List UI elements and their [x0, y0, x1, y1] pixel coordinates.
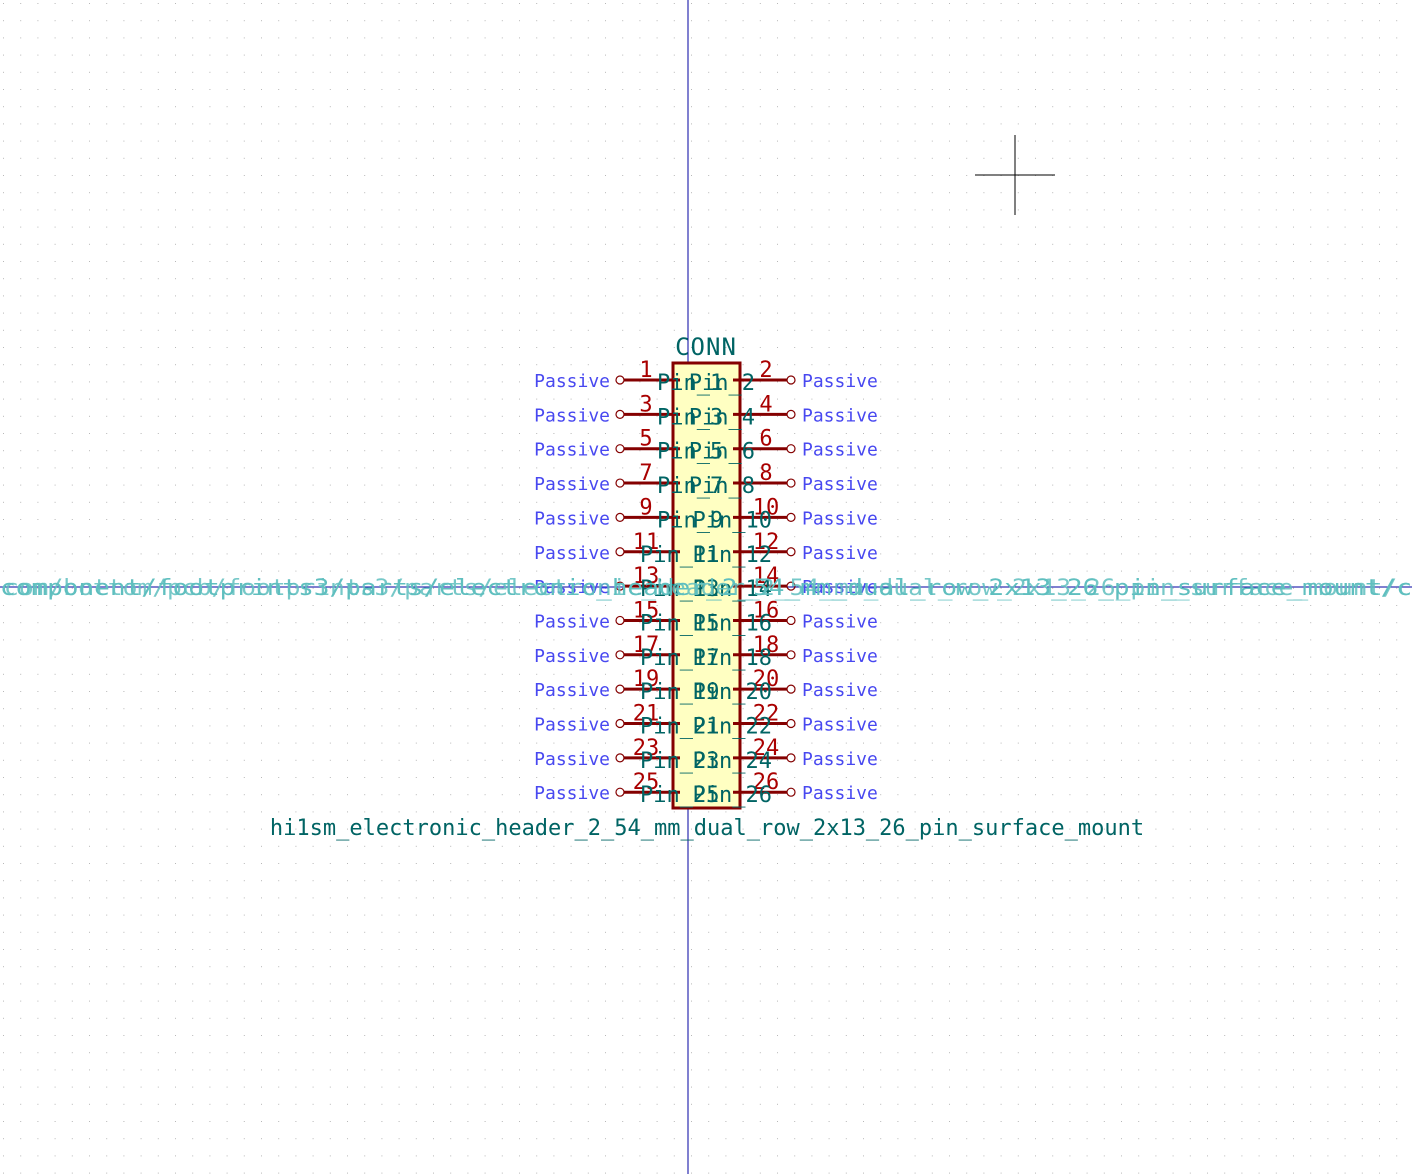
- reference-field[interactable]: CONN: [675, 333, 737, 361]
- pin-type-label: Passive: [534, 440, 610, 461]
- pin-connection-icon: [786, 478, 796, 488]
- pin-connection-icon: [615, 547, 625, 557]
- pin-connection-icon: [786, 753, 796, 763]
- pin-type-label: Passive: [802, 611, 878, 632]
- pin-connection-icon: [615, 650, 625, 660]
- pin-type-label: Passive: [802, 543, 878, 564]
- pin-name: Pin_2: [689, 371, 755, 396]
- pin-number: 3: [639, 392, 652, 417]
- value-field[interactable]: hi1sm_electronic_header_2_54_mm_dual_row…: [270, 816, 1144, 841]
- pin-type-label: Passive: [802, 474, 878, 495]
- pin-type-label: Passive: [534, 783, 610, 804]
- pin-type-label: Passive: [802, 749, 878, 770]
- pin-type-label: Passive: [802, 715, 878, 736]
- datasheet-field[interactable]: com/bottom/pcb/footprints3/parts/electro…: [4, 576, 1412, 601]
- pin-connection-icon: [615, 787, 625, 797]
- pin-type-label: Passive: [802, 508, 878, 529]
- pin-connection-icon: [786, 650, 796, 660]
- pin-type-label: Passive: [802, 783, 878, 804]
- pin-connection-icon: [615, 615, 625, 626]
- pin-number: 7: [639, 461, 652, 486]
- pin-connection-icon: [786, 718, 796, 729]
- pin-connection-icon: [615, 753, 625, 763]
- pin-type-label: Passive: [534, 371, 610, 392]
- pin-connection-icon: [615, 718, 625, 729]
- pin-type-label: Passive: [534, 405, 610, 426]
- pin-name: Pin_6: [689, 440, 755, 465]
- pin-connection-icon: [615, 684, 625, 694]
- pin-type-label: Passive: [534, 749, 610, 770]
- pin-type-label: Passive: [534, 680, 610, 701]
- pin-connection-icon: [615, 478, 625, 488]
- pin-type-label: Passive: [802, 405, 878, 426]
- pin-connection-icon: [786, 444, 796, 454]
- pin-connection-icon: [615, 375, 625, 385]
- pin-number: 5: [639, 427, 652, 452]
- pin-type-label: Passive: [802, 646, 878, 667]
- pin-connection-icon: [786, 615, 796, 626]
- pin-number: 2: [759, 358, 772, 383]
- cursor-crosshair-icon: [975, 135, 1055, 215]
- pin-connection-icon: [786, 375, 796, 385]
- pin-connection-icon: [615, 409, 625, 419]
- pin-type-label: Passive: [534, 508, 610, 529]
- pin-name: Pin_26: [693, 783, 772, 808]
- pin-name: Pin_4: [689, 405, 755, 430]
- pin-type-label: Passive: [534, 543, 610, 564]
- pin-number: 8: [759, 461, 772, 486]
- pin-type-label: Passive: [534, 715, 610, 736]
- pin-connection-icon: [786, 684, 796, 694]
- pin-connection-icon: [615, 512, 625, 523]
- pin-connection-icon: [615, 444, 625, 454]
- pin-type-label: Passive: [534, 474, 610, 495]
- pin-type-label: Passive: [802, 440, 878, 461]
- schematic-canvas[interactable]: Passive 1Pin_1Passive 3Pin_3Passive 5Pin_5P…: [0, 0, 1412, 1174]
- pin-number: 1: [639, 358, 652, 383]
- pin-type-label: Passive: [534, 646, 610, 667]
- pin-type-label: Passive: [534, 611, 610, 632]
- pin-number: 6: [759, 427, 772, 452]
- pin-connection-icon: [786, 512, 796, 523]
- pin-connection-icon: [786, 409, 796, 419]
- pin-number: 9: [639, 495, 652, 520]
- pin-type-label: Passive: [802, 680, 878, 701]
- pin-connection-icon: [786, 547, 796, 557]
- pin-connection-icon: [786, 787, 796, 797]
- pin-name: Pin_8: [689, 474, 755, 499]
- pin-number: 4: [759, 392, 772, 417]
- pin-type-label: Passive: [802, 371, 878, 392]
